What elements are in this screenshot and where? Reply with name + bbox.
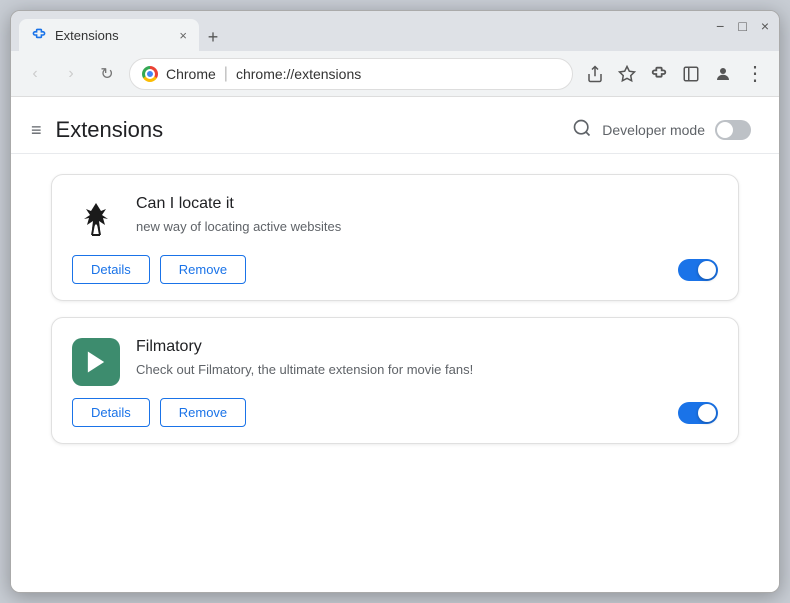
tab-title: Extensions (55, 28, 119, 43)
profile-button[interactable] (709, 60, 737, 88)
nav-actions: ⋮ (581, 60, 769, 88)
extensions-button[interactable] (645, 60, 673, 88)
hamburger-menu-button[interactable]: ≡ (31, 120, 42, 141)
page-title: Extensions (56, 117, 164, 143)
search-button[interactable] (572, 118, 592, 143)
extension-details-1: Filmatory Check out Filmatory, the ultim… (136, 338, 718, 380)
extension-footer-0: Details Remove (72, 255, 718, 284)
extension-card-1: Filmatory Check out Filmatory, the ultim… (51, 317, 739, 444)
extension-info-1: Filmatory Check out Filmatory, the ultim… (72, 338, 718, 386)
extension-name-0: Can I locate it (136, 195, 718, 213)
extension-icon-1 (72, 338, 120, 386)
details-button-1[interactable]: Details (72, 398, 150, 427)
chrome-logo-icon (142, 66, 158, 82)
sidebar-button[interactable] (677, 60, 705, 88)
filmatory-icon (72, 338, 120, 386)
extensions-list: Can I locate it new way of locating acti… (11, 154, 779, 464)
extension-card-0: Can I locate it new way of locating acti… (51, 174, 739, 301)
extension-toggle-0[interactable] (678, 259, 718, 281)
header-right: Developer mode (572, 118, 751, 143)
close-button[interactable]: × (761, 19, 769, 33)
extension-footer-1: Details Remove (72, 398, 718, 427)
developer-mode-label: Developer mode (602, 122, 705, 138)
extension-icon-0 (72, 195, 120, 243)
page-content: ≡ Extensions Developer mode (11, 97, 779, 592)
url-separator: | (224, 65, 228, 83)
extension-desc-1: Check out Filmatory, the ultimate extens… (136, 360, 718, 380)
browser-window: Extensions × + − □ × ‹ › ↻ Chrome | chro… (10, 10, 780, 593)
extension-name-1: Filmatory (136, 338, 718, 356)
refresh-button[interactable]: ↻ (93, 60, 121, 88)
back-button[interactable]: ‹ (21, 60, 49, 88)
address-bar[interactable]: Chrome | chrome://extensions (129, 58, 573, 90)
active-tab[interactable]: Extensions × (19, 19, 199, 51)
maximize-button[interactable]: □ (738, 19, 746, 33)
share-button[interactable] (581, 60, 609, 88)
window-controls: − □ × (716, 19, 769, 33)
tab-close-button[interactable]: × (179, 28, 187, 43)
extension-desc-0: new way of locating active websites (136, 217, 718, 237)
developer-mode-toggle[interactable] (715, 120, 751, 140)
minimize-button[interactable]: − (716, 19, 724, 33)
new-tab-button[interactable]: + (199, 23, 227, 51)
bookmark-button[interactable] (613, 60, 641, 88)
tab-strip: Extensions × + (19, 19, 771, 51)
extension-info-0: Can I locate it new way of locating acti… (72, 195, 718, 243)
extension-tab-icon (31, 27, 47, 43)
title-bar: Extensions × + − □ × (11, 11, 779, 51)
forward-button[interactable]: › (57, 60, 85, 88)
remove-button-1[interactable]: Remove (160, 398, 246, 427)
extensions-header: ≡ Extensions Developer mode (11, 97, 779, 154)
nav-bar: ‹ › ↻ Chrome | chrome://extensions (11, 51, 779, 97)
remove-button-0[interactable]: Remove (160, 255, 246, 284)
url-text: chrome://extensions (236, 66, 361, 82)
details-button-0[interactable]: Details (72, 255, 150, 284)
header-left: ≡ Extensions (31, 117, 163, 143)
extension-toggle-1[interactable] (678, 402, 718, 424)
menu-button[interactable]: ⋮ (741, 60, 769, 88)
extension-details-0: Can I locate it new way of locating acti… (136, 195, 718, 237)
chrome-label: Chrome (166, 66, 216, 82)
